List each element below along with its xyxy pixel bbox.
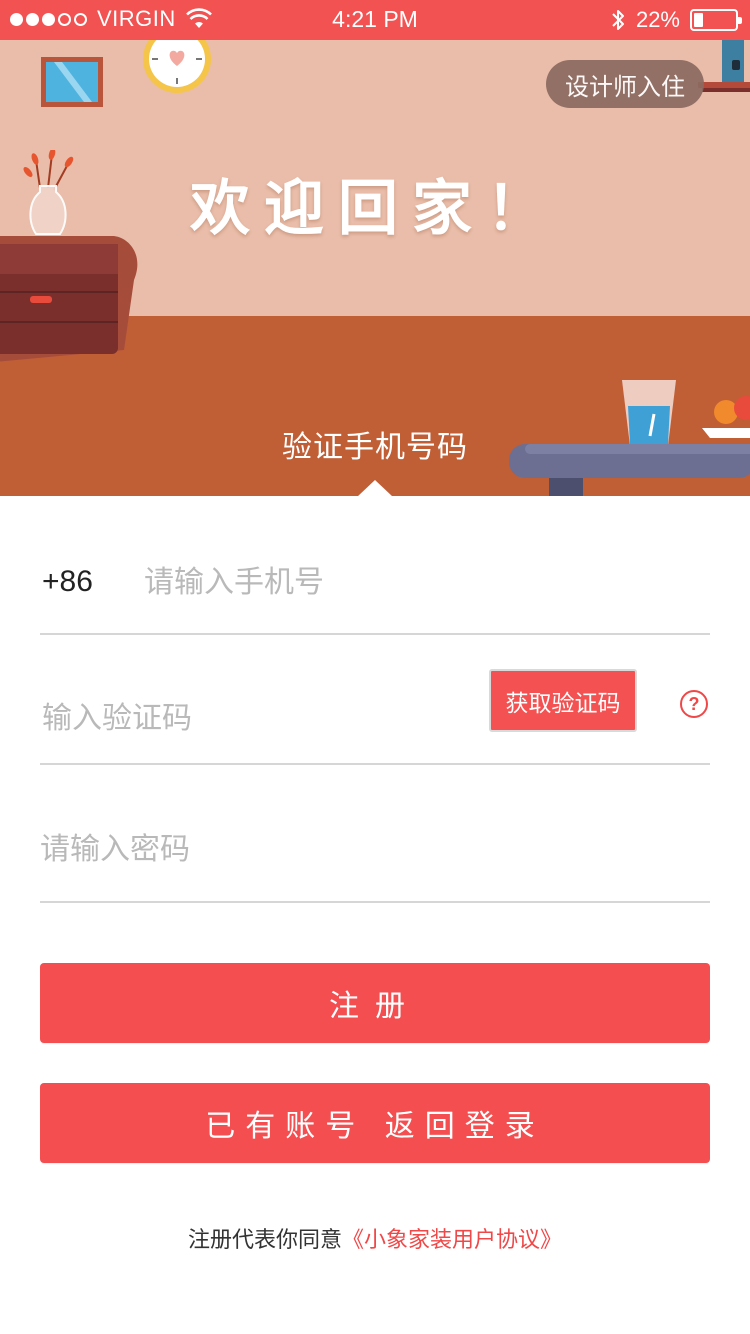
verification-code-input[interactable] [42,696,472,740]
battery-nub [738,17,742,24]
back-to-login-button[interactable]: 已有账号 返回登录 [40,1083,710,1163]
battery-percent: 22% [635,7,680,32]
password-input[interactable] [40,827,640,871]
phone-field: +86 [40,540,710,635]
get-code-button[interactable]: 获取验证码 [489,669,637,732]
country-code[interactable]: +86 [42,565,93,599]
welcome-banner: 设计师入住 欢迎回家！ 验证手机号码 [0,40,750,496]
verification-code-field: 获取验证码 ? [40,666,710,765]
clock-icon [143,40,211,93]
tab-indicator-notch [357,480,393,496]
status-right: 22% [610,7,742,33]
battery-fill [694,13,703,27]
agreement-prefix: 注册代表你同意 [187,1228,342,1253]
battery-icon [690,9,742,31]
password-field [40,800,710,903]
designer-join-button[interactable]: 设计师入住 [546,60,704,108]
user-agreement-link[interactable]: 《小象家装用户协议》 [342,1228,562,1253]
cabinet-icon [0,236,138,362]
phone-input[interactable] [144,560,684,604]
status-bar: VIRGIN 4:21 PM 22% [0,0,750,40]
welcome-title: 欢迎回家！ [190,174,560,244]
agreement-text: 注册代表你同意《小象家装用户协议》 [0,1222,750,1254]
question-circle-icon[interactable]: ? [680,690,708,718]
bluetooth-icon [612,10,624,30]
verify-phone-title: 验证手机号码 [282,430,468,465]
register-button[interactable]: 注册 [40,963,710,1043]
picture-frame-icon [41,57,103,107]
